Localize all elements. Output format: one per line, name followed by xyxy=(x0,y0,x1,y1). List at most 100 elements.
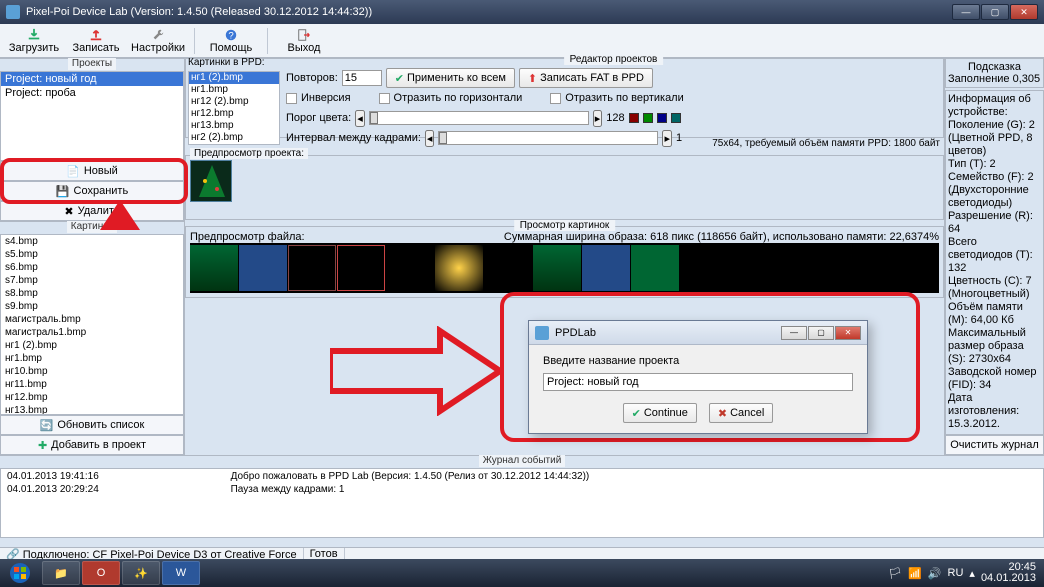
flip-v-checkbox[interactable] xyxy=(550,93,561,104)
taskbar: 📁 O ✨ W 🏳 📶 🔊 RU ▴ 20:4504.01.2013 xyxy=(0,559,1044,587)
cancel-button[interactable]: ✖Cancel xyxy=(709,403,773,423)
images-list[interactable]: s4.bmps5.bmps6.bmps7.bmps8.bmps9.bmpмаги… xyxy=(0,234,184,415)
continue-button[interactable]: ✔Continue xyxy=(623,403,697,423)
image-item[interactable]: нг13.bmp xyxy=(1,404,183,415)
image-item[interactable]: нг1.bmp xyxy=(1,352,183,365)
image-item[interactable]: s4.bmp xyxy=(1,235,183,248)
ppd-item[interactable]: нг1.bmp xyxy=(189,84,279,96)
image-item[interactable]: нг11.bmp xyxy=(1,378,183,391)
repeats-input[interactable] xyxy=(342,70,382,86)
start-button[interactable] xyxy=(0,559,40,587)
exit-button[interactable]: Выход xyxy=(274,26,334,56)
interval-slider[interactable] xyxy=(438,131,658,145)
new-project-button[interactable]: 📄Новый xyxy=(0,161,184,181)
dialog-minimize[interactable]: — xyxy=(781,326,807,340)
device-info: Информация об устройстве:Поколение (G): … xyxy=(945,90,1044,435)
slider-right[interactable]: ▸ xyxy=(662,130,672,147)
image-item[interactable]: магистраль1.bmp xyxy=(1,326,183,339)
invert-checkbox[interactable] xyxy=(286,93,297,104)
refresh-list-button[interactable]: 🔄Обновить список xyxy=(0,415,184,435)
tray-sound-icon[interactable]: 🔊 xyxy=(928,567,942,580)
ppd-item[interactable]: нг12 (2).bmp xyxy=(189,96,279,108)
event-log-title: Журнал событий xyxy=(479,455,566,467)
status-ready: Готов xyxy=(304,548,345,559)
taskbar-word[interactable]: W xyxy=(162,561,200,585)
settings-button[interactable]: Настройки xyxy=(128,26,188,56)
taskbar-app[interactable]: ✨ xyxy=(122,561,160,585)
check-icon: ✔ xyxy=(395,72,404,85)
projects-list[interactable]: Project: новый год Project: проба xyxy=(0,71,184,161)
window-titlebar: Pixel-Poi Device Lab (Version: 1.4.50 (R… xyxy=(0,0,1044,24)
threshold-slider[interactable] xyxy=(369,111,589,125)
maximize-button[interactable]: ▢ xyxy=(981,4,1009,20)
ppd-item[interactable]: нг1 (2).bmp xyxy=(189,72,279,84)
project-item[interactable]: Project: новый год xyxy=(1,72,183,86)
add-to-project-button[interactable]: ✚Добавить в проект xyxy=(0,435,184,455)
file-icon: 📄 xyxy=(66,165,80,178)
image-item[interactable]: нг12.bmp xyxy=(1,391,183,404)
floppy-icon: 💾 xyxy=(56,185,70,198)
download-icon xyxy=(27,28,41,42)
editor-title: Редактор проектов xyxy=(564,54,664,65)
image-item[interactable]: s7.bmp xyxy=(1,274,183,287)
slider-left[interactable]: ◂ xyxy=(355,110,365,127)
repeats-label: Повторов: xyxy=(286,72,338,84)
x-icon: ✖ xyxy=(718,407,727,420)
projects-title: Проекты xyxy=(68,58,116,70)
image-item[interactable]: s9.bmp xyxy=(1,300,183,313)
tray-lang[interactable]: RU xyxy=(948,567,964,579)
dialog-icon xyxy=(535,326,549,340)
check-icon: ✔ xyxy=(632,407,641,420)
close-button[interactable]: ✕ xyxy=(1010,4,1038,20)
slider-left[interactable]: ◂ xyxy=(425,130,435,147)
dialog-title: PPDLab xyxy=(555,327,596,339)
help-icon: ? xyxy=(224,28,238,42)
slider-right[interactable]: ▸ xyxy=(593,110,603,127)
ppd-item[interactable]: нг12.bmp xyxy=(189,108,279,120)
dialog-close[interactable]: ✕ xyxy=(835,326,861,340)
apply-all-button[interactable]: ✔Применить ко всем xyxy=(386,68,515,88)
color-swatch[interactable] xyxy=(643,113,653,123)
color-swatch[interactable] xyxy=(657,113,667,123)
upload-icon: ⬆ xyxy=(528,72,537,85)
load-button[interactable]: Загрузить xyxy=(4,26,64,56)
color-swatch[interactable] xyxy=(629,113,639,123)
write-button[interactable]: Записать xyxy=(66,26,126,56)
flip-h-checkbox[interactable] xyxy=(379,93,390,104)
minimize-button[interactable]: — xyxy=(952,4,980,20)
window-title: Pixel-Poi Device Lab (Version: 1.4.50 (R… xyxy=(26,6,372,18)
tray-clock[interactable]: 20:4504.01.2013 xyxy=(981,562,1036,584)
refresh-icon: 🔄 xyxy=(40,419,54,432)
preview-strip xyxy=(190,243,939,293)
image-item[interactable]: s6.bmp xyxy=(1,261,183,274)
tray-flag-icon[interactable]: 🏳 xyxy=(888,567,902,580)
main-toolbar: Загрузить Записать Настройки ? Помощь Вы… xyxy=(0,24,1044,58)
image-item[interactable]: нг10.bmp xyxy=(1,365,183,378)
log-row: 04.01.2013 20:29:24Пауза между кадрами: … xyxy=(3,484,1041,495)
image-item[interactable]: нг1 (2).bmp xyxy=(1,339,183,352)
clear-log-button[interactable]: Очистить журнал xyxy=(945,435,1044,455)
image-item[interactable]: s5.bmp xyxy=(1,248,183,261)
ppd-item[interactable]: нг13.bmp xyxy=(189,120,279,132)
ppd-list-title: Картинки в PPD: xyxy=(188,57,265,68)
taskbar-explorer[interactable]: 📁 xyxy=(42,561,80,585)
project-name-input[interactable] xyxy=(543,373,853,391)
delete-project-button[interactable]: ✖Удалить xyxy=(0,201,184,221)
ppd-item[interactable]: нг2 (2).bmp xyxy=(189,132,279,144)
write-fat-button[interactable]: ⬆Записать FAT в PPD xyxy=(519,68,653,88)
save-project-button[interactable]: 💾Сохранить xyxy=(0,181,184,201)
color-swatch[interactable] xyxy=(671,113,681,123)
project-item[interactable]: Project: проба xyxy=(1,86,183,100)
taskbar-opera[interactable]: O xyxy=(82,561,120,585)
image-item[interactable]: магистраль.bmp xyxy=(1,313,183,326)
ppd-images-list[interactable]: нг1 (2).bmpнг1.bmpнг12 (2).bmpнг12.bmpнг… xyxy=(188,71,280,145)
tray-chevron-icon[interactable]: ▴ xyxy=(969,567,975,580)
viewer-title: Просмотр картинок xyxy=(514,220,616,231)
help-button[interactable]: ? Помощь xyxy=(201,26,261,56)
project-thumbnail xyxy=(190,160,232,202)
dialog-maximize[interactable]: ▢ xyxy=(808,326,834,340)
images-title: Картинки xyxy=(67,221,117,233)
event-log[interactable]: 04.01.2013 19:41:16Добро пожаловать в PP… xyxy=(0,468,1044,538)
image-item[interactable]: s8.bmp xyxy=(1,287,183,300)
tray-network-icon[interactable]: 📶 xyxy=(908,567,922,580)
